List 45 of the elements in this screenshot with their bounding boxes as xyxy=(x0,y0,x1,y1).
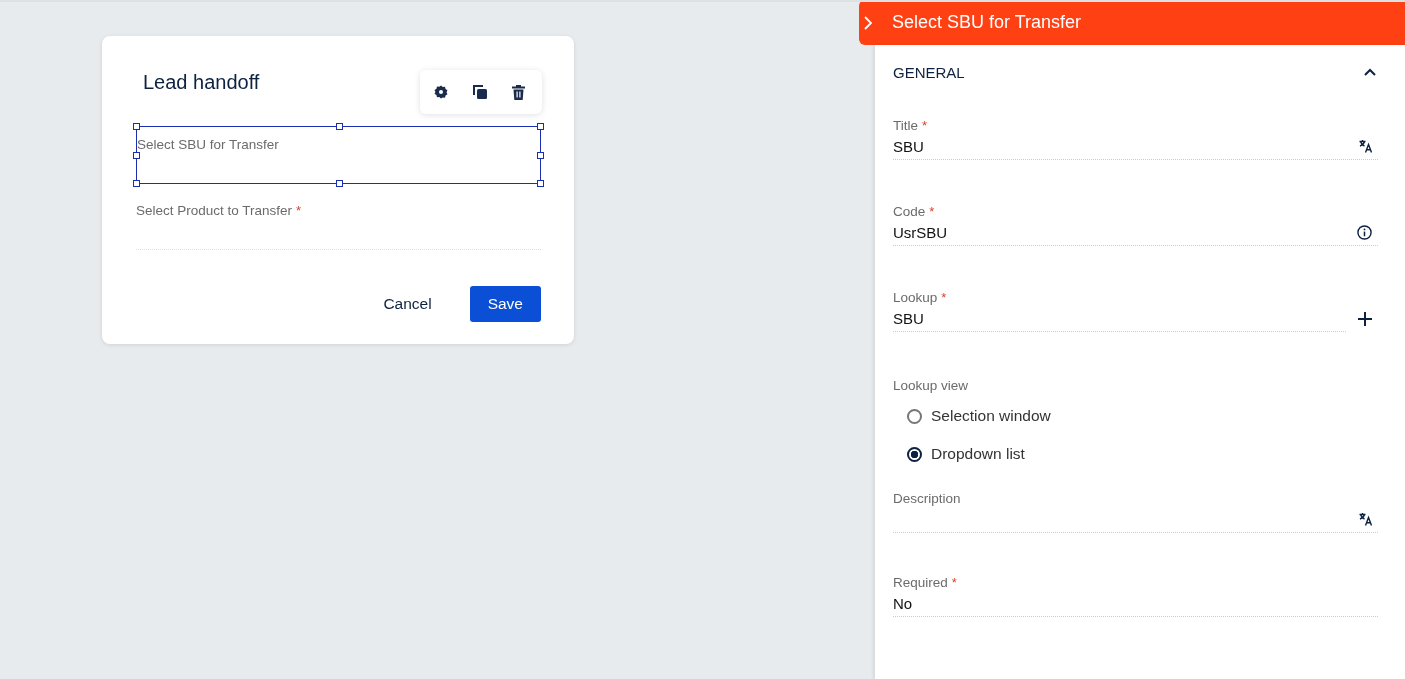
field-label: Title xyxy=(893,118,918,133)
radio-button[interactable] xyxy=(907,408,922,424)
resize-handle[interactable] xyxy=(335,180,343,187)
resize-handle[interactable] xyxy=(537,180,544,187)
resize-handle[interactable] xyxy=(133,123,140,130)
resize-handle[interactable] xyxy=(537,123,544,130)
section-title: GENERAL xyxy=(893,63,965,81)
input-field[interactable]: SBU xyxy=(893,133,1378,160)
translate-icon[interactable] xyxy=(1359,139,1372,153)
required-mark: * xyxy=(922,118,928,133)
field-label: Lookup view xyxy=(893,378,970,393)
required-mark: * xyxy=(951,575,957,590)
settings-icon[interactable] xyxy=(434,85,448,99)
delete-icon[interactable] xyxy=(512,84,525,100)
chevron-right-icon[interactable] xyxy=(864,15,872,30)
cancel-button[interactable]: Cancel xyxy=(365,286,450,322)
copy-icon[interactable] xyxy=(472,84,488,100)
input-field[interactable]: No xyxy=(893,590,1378,617)
radio-button[interactable] xyxy=(907,446,922,462)
required-mark: * xyxy=(929,204,935,219)
save-button[interactable]: Save xyxy=(469,286,541,322)
field-label: Select Product to Transfer xyxy=(136,203,293,218)
radio-label: Dropdown list xyxy=(931,445,1025,463)
chevron-up-icon[interactable] xyxy=(1364,68,1376,76)
plus-icon[interactable] xyxy=(1358,311,1372,326)
resize-handle[interactable] xyxy=(133,180,140,187)
panel-title: Select SBU for Transfer xyxy=(892,12,1082,33)
field-label: Select SBU for Transfer xyxy=(137,137,279,152)
dialog-title: Lead handoff xyxy=(143,71,260,94)
resize-handle[interactable] xyxy=(537,152,544,159)
translate-icon[interactable] xyxy=(1359,512,1372,526)
radio-label: Selection window xyxy=(931,407,1051,425)
required-mark: * xyxy=(941,290,947,305)
required-mark: * xyxy=(296,203,302,218)
input-field[interactable]: UsrSBU xyxy=(893,219,1378,246)
form-field[interactable]: Select Product to Transfer * xyxy=(136,193,541,250)
info-icon[interactable] xyxy=(1357,224,1372,240)
field-label: Required xyxy=(893,575,948,590)
form-field[interactable]: Select SBU for Transfer xyxy=(136,126,541,184)
resize-handle[interactable] xyxy=(133,152,140,159)
field-label: Lookup xyxy=(893,290,938,305)
field-label: Code xyxy=(893,204,926,219)
resize-handle[interactable] xyxy=(335,123,343,130)
input-field[interactable]: SBU xyxy=(893,305,1346,332)
field-label: Description xyxy=(893,491,961,506)
